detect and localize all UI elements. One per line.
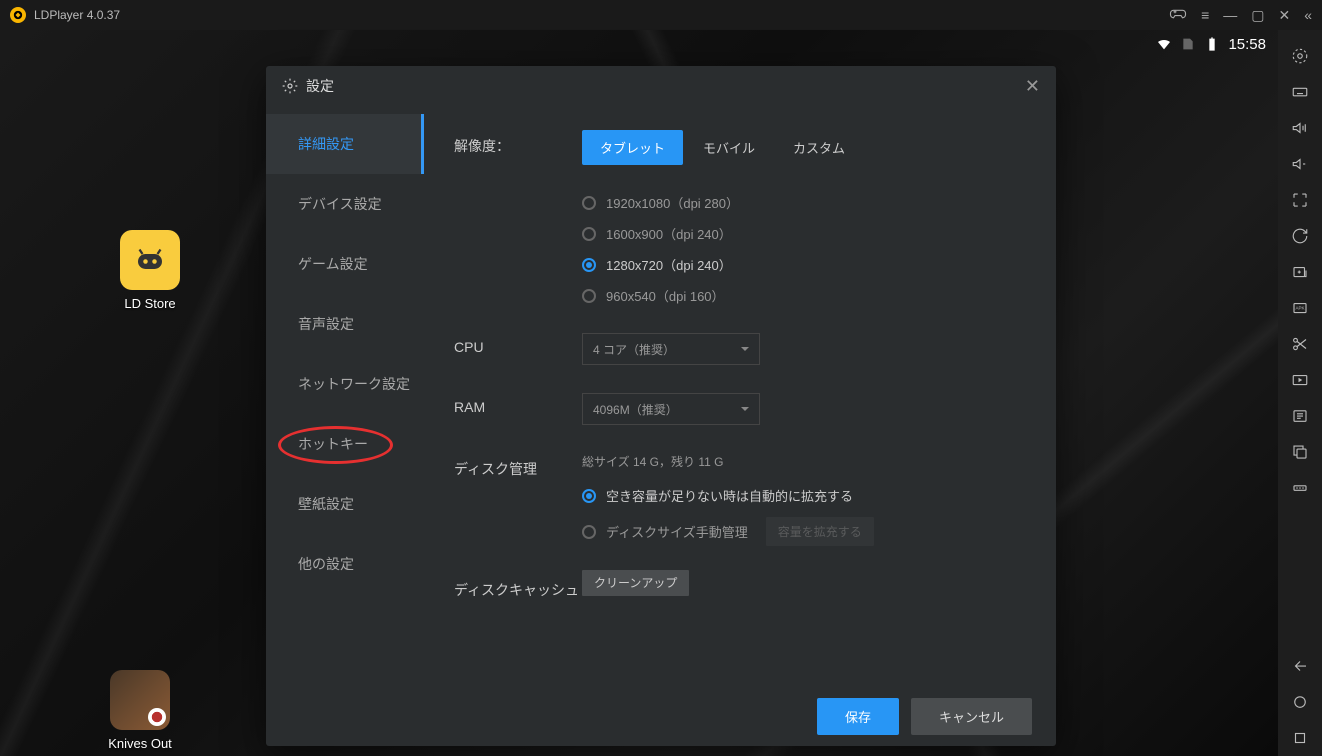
dialog-footer: 保存 キャンセル xyxy=(266,686,1056,746)
resolution-1600[interactable]: 1600x900（dpi 240） xyxy=(582,224,1026,243)
tab-other[interactable]: 他の設定 xyxy=(266,534,424,594)
fullscreen-icon[interactable] xyxy=(1278,182,1322,218)
dialog-close-button[interactable]: ✕ xyxy=(1025,76,1040,97)
dialog-content: 解像度： タブレット モバイル カスタム 1920x1080（dpi 280） … xyxy=(424,106,1056,686)
radio-icon xyxy=(582,196,596,210)
maximize-button[interactable]: ▢ xyxy=(1251,7,1264,24)
ram-select[interactable]: 4096M（推奨） xyxy=(582,393,760,425)
app-logo-icon xyxy=(10,7,26,23)
menu-icon[interactable]: ≡ xyxy=(1201,7,1209,23)
home-icon[interactable] xyxy=(1278,684,1322,720)
sync-icon[interactable] xyxy=(1278,218,1322,254)
wifi-icon xyxy=(1156,36,1172,52)
tab-audio[interactable]: 音声設定 xyxy=(266,294,424,354)
mode-custom[interactable]: カスタム xyxy=(775,130,863,165)
volume-up-icon[interactable] xyxy=(1278,110,1322,146)
tab-advanced[interactable]: 詳細設定 xyxy=(266,114,424,174)
cpu-select[interactable]: 4 コア（推奨） xyxy=(582,333,760,365)
keyboard-icon[interactable] xyxy=(1278,74,1322,110)
radio-icon xyxy=(582,289,596,303)
disk-info: 総サイズ 14 G，残り 11 G xyxy=(582,453,1026,470)
disk-manual[interactable]: ディスクサイズ手動管理 容量を拡充する xyxy=(582,517,1026,546)
back-icon[interactable] xyxy=(1278,648,1322,684)
disk-auto-expand[interactable]: 空き容量が足りない時は自動的に拡充する xyxy=(582,486,1026,505)
close-button[interactable]: ✕ xyxy=(1278,7,1290,24)
collapse-sidebar-icon[interactable]: « xyxy=(1304,7,1312,23)
tab-network[interactable]: ネットワーク設定 xyxy=(266,354,424,414)
radio-icon xyxy=(582,525,596,539)
sim-icon xyxy=(1180,36,1196,52)
resolution-960[interactable]: 960x540（dpi 160） xyxy=(582,286,1026,305)
cache-label: ディスクキャッシュ xyxy=(454,574,582,600)
resolution-1920[interactable]: 1920x1080（dpi 280） xyxy=(582,193,1026,212)
ldstore-app-icon xyxy=(120,230,180,290)
video-icon[interactable] xyxy=(1278,362,1322,398)
dialog-title: 設定 xyxy=(306,76,334,96)
tab-hotkey[interactable]: ホットキー xyxy=(266,414,424,474)
save-button[interactable]: 保存 xyxy=(817,698,899,735)
expand-disk-button[interactable]: 容量を拡充する xyxy=(766,517,874,546)
cancel-button[interactable]: キャンセル xyxy=(911,698,1032,735)
titlebar: LDPlayer 4.0.37 ≡ — ▢ ✕ « xyxy=(0,0,1322,30)
copy-icon[interactable] xyxy=(1278,434,1322,470)
status-time: 15:58 xyxy=(1228,36,1266,53)
battery-icon xyxy=(1204,36,1220,52)
desktop: 15:58 LD Store Knives Out 設定 ✕ 詳細設定 デバイス xyxy=(0,30,1278,756)
side-toolbar: APK xyxy=(1278,30,1322,756)
radio-icon xyxy=(582,258,596,272)
gear-icon xyxy=(282,78,298,94)
dialog-sidebar: 詳細設定 デバイス設定 ゲーム設定 音声設定 ネットワーク設定 ホットキー 壁紙… xyxy=(266,106,424,686)
ram-label: RAM xyxy=(454,393,582,415)
window-controls: ≡ — ▢ ✕ « xyxy=(1169,5,1312,26)
app-title: LDPlayer 4.0.37 xyxy=(34,8,1169,22)
settings-dialog: 設定 ✕ 詳細設定 デバイス設定 ゲーム設定 音声設定 ネットワーク設定 ホット… xyxy=(266,66,1056,746)
mode-mobile[interactable]: モバイル xyxy=(685,130,773,165)
resolution-mode-segment: タブレット モバイル カスタム xyxy=(582,130,1026,165)
android-status-bar: 15:58 xyxy=(1144,30,1278,58)
settings-icon[interactable] xyxy=(1278,38,1322,74)
tab-wallpaper[interactable]: 壁紙設定 xyxy=(266,474,424,534)
minimize-button[interactable]: — xyxy=(1223,7,1237,23)
mode-tablet[interactable]: タブレット xyxy=(582,130,683,165)
desktop-icon-label: Knives Out xyxy=(100,736,180,751)
dialog-header: 設定 ✕ xyxy=(266,66,1056,106)
more-icon[interactable] xyxy=(1278,470,1322,506)
multi-instance-icon[interactable] xyxy=(1278,254,1322,290)
scissors-icon[interactable] xyxy=(1278,326,1322,362)
resolution-label: 解像度： xyxy=(454,130,582,156)
knives-out-app-icon xyxy=(110,670,170,730)
tab-game[interactable]: ゲーム設定 xyxy=(266,234,424,294)
desktop-icon-knives[interactable]: Knives Out xyxy=(100,670,180,751)
desktop-icon-ldstore[interactable]: LD Store xyxy=(110,230,190,311)
svg-text:APK: APK xyxy=(1295,306,1304,311)
recent-icon[interactable] xyxy=(1278,720,1322,756)
tab-device[interactable]: デバイス設定 xyxy=(266,174,424,234)
cpu-label: CPU xyxy=(454,333,582,355)
disk-label: ディスク管理 xyxy=(454,453,582,479)
cleanup-button[interactable]: クリーンアップ xyxy=(582,570,689,596)
apk-icon[interactable]: APK xyxy=(1278,290,1322,326)
operation-record-icon[interactable] xyxy=(1278,398,1322,434)
desktop-icon-label: LD Store xyxy=(110,296,190,311)
gamepad-icon[interactable] xyxy=(1169,5,1187,26)
volume-down-icon[interactable] xyxy=(1278,146,1322,182)
resolution-1280[interactable]: 1280x720（dpi 240） xyxy=(582,255,1026,274)
radio-icon xyxy=(582,227,596,241)
radio-icon xyxy=(582,489,596,503)
